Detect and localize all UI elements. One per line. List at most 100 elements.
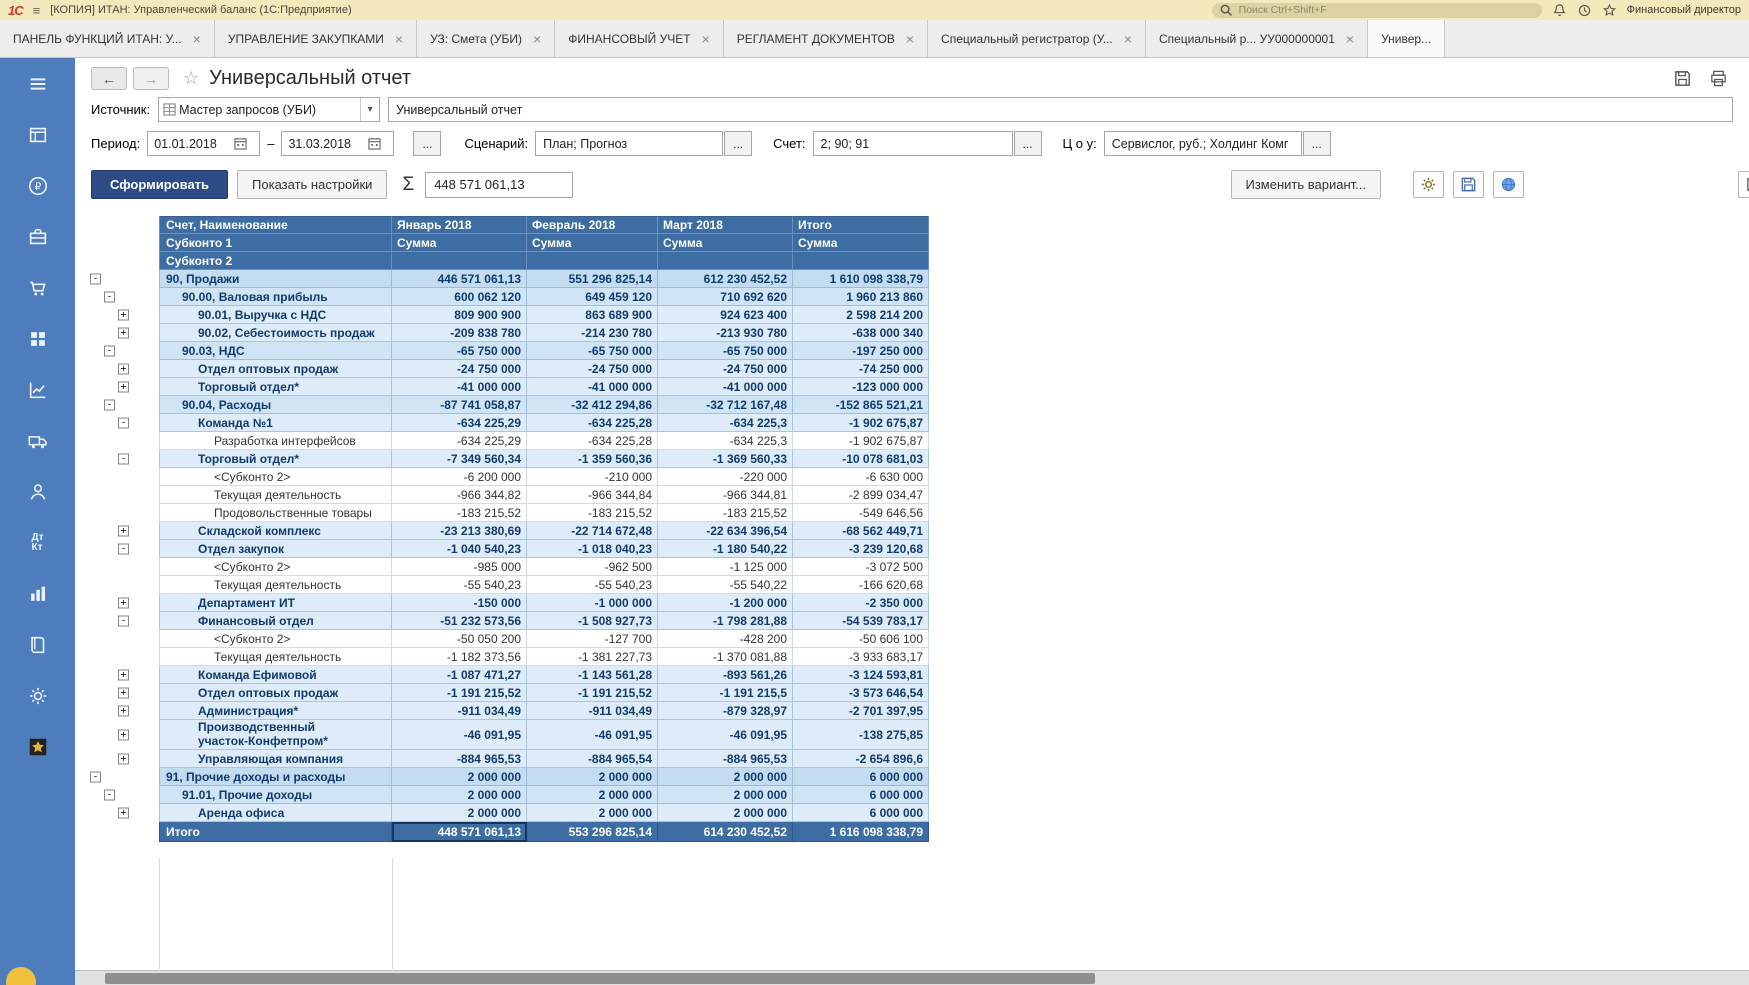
amount-cell[interactable]: -962 500 bbox=[527, 558, 658, 576]
amount-cell[interactable]: -152 865 521,21 bbox=[793, 396, 929, 414]
row-label-cell[interactable]: <Субконто 2> bbox=[159, 558, 392, 576]
expand-icon[interactable]: + bbox=[118, 807, 129, 819]
tab-7[interactable]: Специальный р... УУ000000001 × bbox=[1146, 20, 1369, 57]
amount-cell[interactable]: -138 275,85 bbox=[793, 720, 929, 750]
row-label-cell[interactable]: 90.04, Расходы bbox=[159, 396, 392, 414]
amount-cell[interactable]: 1 610 098 338,79 bbox=[793, 270, 929, 288]
scenario-field[interactable] bbox=[535, 131, 724, 156]
amount-cell[interactable]: -6 630 000 bbox=[793, 468, 929, 486]
row-label-cell[interactable]: Разработка интерфейсов bbox=[159, 432, 392, 450]
expand-icon[interactable]: + bbox=[118, 363, 129, 375]
collapse-icon[interactable]: - bbox=[118, 453, 129, 465]
amount-cell[interactable]: 2 000 000 bbox=[392, 786, 527, 804]
tab-close-icon[interactable]: × bbox=[193, 32, 201, 46]
row-label-cell[interactable]: Производственный участок-Конфетпром* bbox=[159, 720, 392, 750]
bar-chart-icon[interactable] bbox=[26, 582, 50, 606]
change-variant-button[interactable]: Изменить вариант... bbox=[1230, 170, 1381, 199]
row-label-cell[interactable]: Департамент ИТ bbox=[159, 594, 392, 612]
amount-cell[interactable]: -6 200 000 bbox=[392, 468, 527, 486]
amount-cell[interactable]: 2 000 000 bbox=[658, 804, 793, 822]
row-label-cell[interactable]: 90.02, Себестоимость продаж bbox=[159, 324, 392, 342]
amount-cell[interactable]: -150 000 bbox=[392, 594, 527, 612]
save-variant-icon[interactable] bbox=[1453, 171, 1484, 198]
amount-cell[interactable]: -1 180 540,22 bbox=[658, 540, 793, 558]
amount-cell[interactable]: 6 000 000 bbox=[793, 786, 929, 804]
amount-cell[interactable]: -3 573 646,54 bbox=[793, 684, 929, 702]
row-label-cell[interactable]: Торговый отдел* bbox=[159, 450, 392, 468]
amount-cell[interactable]: -22 714 672,48 bbox=[527, 522, 658, 540]
expand-icon[interactable]: + bbox=[118, 327, 129, 339]
row-label-cell[interactable]: Продовольственные товары bbox=[159, 504, 392, 522]
amount-cell[interactable]: -127 700 bbox=[527, 630, 658, 648]
delivery-truck-icon[interactable] bbox=[26, 429, 50, 453]
amount-cell[interactable]: -123 000 000 bbox=[793, 378, 929, 396]
sphere-icon[interactable] bbox=[1493, 171, 1524, 198]
row-label-cell[interactable]: 90.03, НДС bbox=[159, 342, 392, 360]
collapse-icon[interactable]: - bbox=[118, 615, 129, 627]
global-search[interactable] bbox=[1211, 2, 1542, 18]
amount-cell[interactable]: 2 000 000 bbox=[392, 768, 527, 786]
amount-cell[interactable]: -65 750 000 bbox=[527, 342, 658, 360]
amount-cell[interactable]: 2 000 000 bbox=[527, 804, 658, 822]
amount-cell[interactable]: -893 561,26 bbox=[658, 666, 793, 684]
amount-cell[interactable]: -41 000 000 bbox=[527, 378, 658, 396]
generate-button[interactable]: Сформировать bbox=[91, 170, 229, 199]
favorites-star-icon[interactable] bbox=[1602, 3, 1617, 18]
row-label-cell[interactable]: <Субконто 2> bbox=[159, 468, 392, 486]
amount-cell[interactable]: -220 000 bbox=[658, 468, 793, 486]
amount-cell[interactable]: -55 540,22 bbox=[658, 576, 793, 594]
amount-cell[interactable]: 551 296 825,14 bbox=[527, 270, 658, 288]
addons-star-icon[interactable] bbox=[26, 735, 50, 759]
collapse-icon[interactable]: - bbox=[118, 417, 129, 429]
amount-cell[interactable]: -2 350 000 bbox=[793, 594, 929, 612]
total-label-cell[interactable]: Итого bbox=[159, 822, 392, 842]
calendar-icon[interactable] bbox=[362, 132, 386, 155]
row-label-cell[interactable]: Отдел оптовых продаж bbox=[159, 684, 392, 702]
cfo-field[interactable] bbox=[1103, 131, 1302, 156]
tab-3[interactable]: УЗ: Смета (УБИ) × bbox=[417, 20, 556, 57]
tab-close-icon[interactable]: × bbox=[395, 32, 403, 46]
amount-cell[interactable]: -183 215,52 bbox=[658, 504, 793, 522]
tab-4[interactable]: ФИНАНСОВЫЙ УЧЕТ × bbox=[555, 20, 724, 57]
amount-cell[interactable]: -549 646,56 bbox=[793, 504, 929, 522]
amount-cell[interactable]: -1 798 281,88 bbox=[658, 612, 793, 630]
collapse-icon[interactable]: - bbox=[104, 291, 115, 303]
tab-8[interactable]: Универ... bbox=[1368, 20, 1446, 57]
amount-cell[interactable]: -911 034,49 bbox=[527, 702, 658, 720]
amount-cell[interactable]: 2 000 000 bbox=[527, 786, 658, 804]
amount-cell[interactable]: 2 598 214 200 bbox=[793, 306, 929, 324]
amount-cell[interactable]: 924 623 400 bbox=[658, 306, 793, 324]
tab-close-icon[interactable]: × bbox=[533, 32, 541, 46]
tab-close-icon[interactable]: × bbox=[702, 32, 710, 46]
amount-cell[interactable]: -1 125 000 bbox=[658, 558, 793, 576]
amount-cell[interactable]: 649 459 120 bbox=[527, 288, 658, 306]
amount-cell[interactable]: -3 933 683,17 bbox=[793, 648, 929, 666]
expand-icon[interactable]: + bbox=[118, 309, 129, 321]
collapse-icon[interactable]: - bbox=[104, 399, 115, 411]
amount-cell[interactable]: -46 091,95 bbox=[392, 720, 527, 750]
amount-cell[interactable]: -41 000 000 bbox=[392, 378, 527, 396]
amount-cell[interactable]: -1 902 675,87 bbox=[793, 432, 929, 450]
report-settings-gear-icon[interactable] bbox=[1413, 171, 1444, 198]
account-field[interactable] bbox=[812, 131, 1013, 156]
amount-cell[interactable]: -1 370 081,88 bbox=[658, 648, 793, 666]
row-label-cell[interactable]: Аренда офиса bbox=[159, 804, 392, 822]
amount-cell[interactable]: -65 750 000 bbox=[392, 342, 527, 360]
amount-cell[interactable]: 612 230 452,52 bbox=[658, 270, 793, 288]
menu-icon[interactable] bbox=[26, 72, 50, 96]
amount-cell[interactable]: -1 087 471,27 bbox=[392, 666, 527, 684]
clipped-toolbar-icon[interactable] bbox=[1738, 171, 1749, 198]
amount-cell[interactable]: -884 965,53 bbox=[392, 750, 527, 768]
amount-cell[interactable]: -884 965,53 bbox=[658, 750, 793, 768]
amount-cell[interactable]: -65 750 000 bbox=[658, 342, 793, 360]
amount-cell[interactable]: -210 000 bbox=[527, 468, 658, 486]
row-label-cell[interactable]: Управляющая компания bbox=[159, 750, 392, 768]
save-icon[interactable] bbox=[1673, 69, 1693, 89]
period-to-input[interactable] bbox=[282, 136, 363, 151]
row-label-cell[interactable]: Финансовый отдел bbox=[159, 612, 392, 630]
amount-cell[interactable]: -22 634 396,54 bbox=[658, 522, 793, 540]
expand-icon[interactable]: + bbox=[118, 753, 129, 765]
row-label-cell[interactable]: Команда №1 bbox=[159, 414, 392, 432]
forward-button[interactable]: → bbox=[133, 67, 169, 90]
amount-cell[interactable]: -1 191 215,52 bbox=[392, 684, 527, 702]
